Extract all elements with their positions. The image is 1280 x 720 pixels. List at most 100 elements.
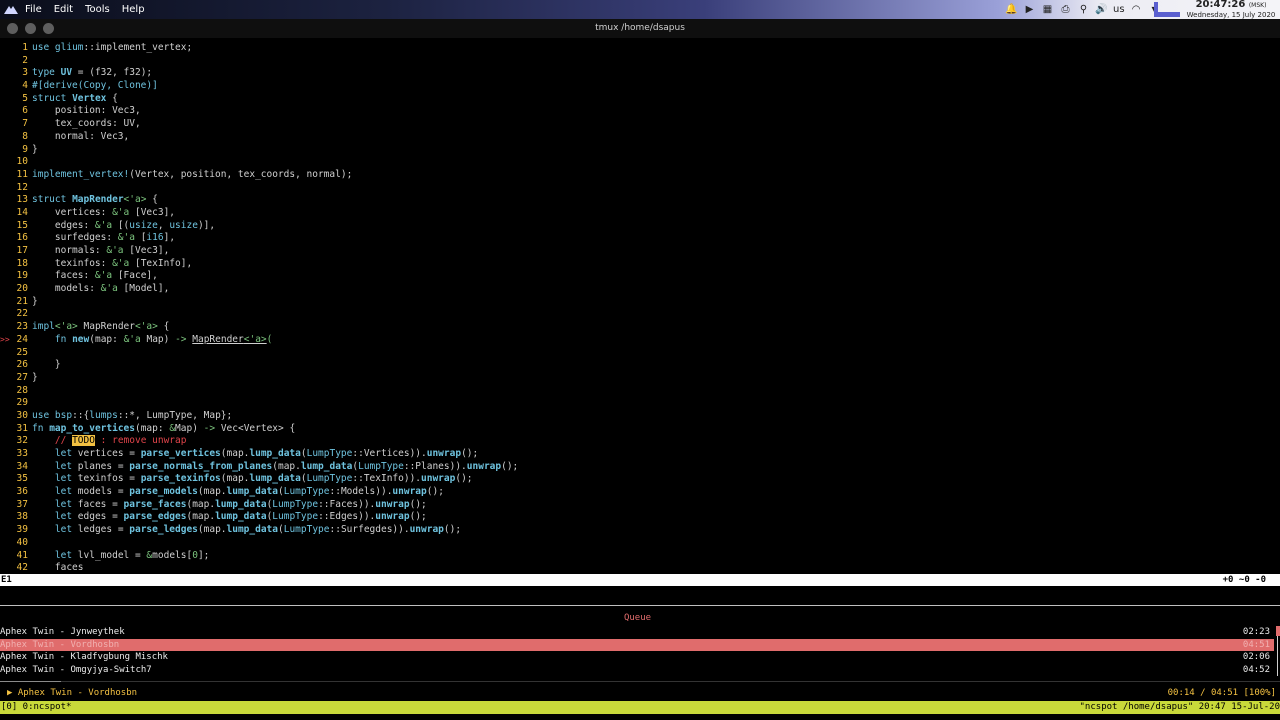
code-line[interactable]: 34 let planes = parse_normals_from_plane… [0,461,1280,474]
queue-track-row[interactable]: Aphex Twin - Omgyjya-Switch7 04:52 [0,664,1274,677]
code-line[interactable]: 3 type UV = (f32, f32); [0,67,1280,80]
code-text: struct Vertex { [32,92,118,104]
code-editor[interactable]: 1 use glium::implement_vertex; 2 3 type UV =… [0,42,1280,575]
code-line[interactable]: 21} [0,296,1280,309]
tmux-status-right: "ncspot /home/dsapus" 20:47 15-Jul-20 [1079,702,1280,712]
app-logo-icon[interactable] [4,4,18,14]
queue-track-row[interactable]: Aphex Twin - Kladfvgbung Mischk 02:06 [0,651,1274,664]
line-number: 4 [22,80,28,92]
desktop-top-bar: File Edit Tools Help 🔔 ▶ ▦ ⎙ ⚲ 🔊 us ◠ ▾ … [0,0,1280,19]
code-line[interactable]: 8 normal: Vec3, [0,131,1280,144]
code-line[interactable]: 27} [0,372,1280,385]
tmux-window-list[interactable]: [0] 0:ncspot* [1,701,71,714]
code-line[interactable]: 31 fn map_to_vertices(map: &Map) -> Vec<V… [0,423,1280,436]
code-line[interactable]: 40 [0,537,1280,550]
code-line[interactable]: 35 let texinfos = parse_texinfos(map.lum… [0,473,1280,486]
code-line[interactable]: 5 struct Vertex { [0,93,1280,106]
vim-status-right: +0 ~0 -0 [1222,575,1266,585]
menu-edit[interactable]: Edit [54,4,73,15]
menu-help[interactable]: Help [122,4,145,15]
printer-icon[interactable]: ⎙ [1059,3,1072,16]
code-line[interactable]: 18 texinfos: &'a [TexInfo], [0,258,1280,271]
clock-time: 20:47:26 [1195,0,1246,10]
line-number: 14 [16,206,28,218]
line-number: 9 [22,143,28,155]
code-line[interactable]: 36 let models = parse_models(map.lump_da… [0,486,1280,499]
line-number: 35 [16,473,28,485]
code-line[interactable]: 12 [0,182,1280,195]
code-line[interactable]: 29 [0,397,1280,410]
window-title-bar: tmux /home/dsapus [0,19,1280,38]
track-title: Aphex Twin - Vordhosbn [0,639,120,650]
line-number: 18 [16,257,28,269]
code-line[interactable]: 28 [0,385,1280,398]
code-line[interactable]: >> 24 fn new(map: &'a Map) -> MapRender<'… [0,334,1280,347]
code-line[interactable]: 39 let ledges = parse_ledges(map.lump_da… [0,524,1280,537]
queue-track-row[interactable]: Aphex Twin - Vordhosbn 04:51 [0,638,1274,652]
code-line[interactable]: 30 use bsp::{lumps::*, LumpType, Map}; [0,410,1280,423]
code-line[interactable]: 32 // TODO : remove unwrap [0,435,1280,448]
playback-progress-bar[interactable] [0,681,1280,682]
code-line[interactable]: 10 [0,156,1280,169]
queue-list[interactable]: Aphex Twin - Jynweythek 02:23 Aphex Twin -… [0,626,1280,677]
line-number: 22 [16,308,28,320]
line-number: 20 [16,283,28,295]
code-line[interactable]: 33 let vertices = parse_vertices(map.lum… [0,448,1280,461]
code-text: models: &'a [Model], [32,283,170,295]
code-line[interactable]: 17 normals: &'a [Vec3], [0,245,1280,258]
code-line[interactable]: 42 faces [0,562,1280,575]
code-line[interactable]: 23 impl<'a> MapRender<'a> { [0,321,1280,334]
code-text: let planes = parse_normals_from_planes(m… [54,460,519,472]
code-line[interactable]: 16 surfedges: &'a [i16], [0,232,1280,245]
code-line[interactable]: 1 use glium::implement_vertex; [0,42,1280,55]
playback-progress-fill [0,681,62,682]
code-line[interactable]: 41 let lvl_model = &models[0]; [0,550,1280,563]
keyboard-layout[interactable]: us [1113,4,1125,15]
pane-divider [0,605,1280,606]
line-number: 34 [16,460,28,472]
track-duration: 02:06 [1242,652,1270,663]
menu-file[interactable]: File [25,4,42,15]
code-text: fn new(map: &'a Map) -> MapRender<'a>( [54,333,273,345]
queue-track-row[interactable]: Aphex Twin - Jynweythek 02:23 [0,626,1274,639]
line-number: 10 [16,156,28,168]
wifi-icon[interactable]: ◠ [1130,3,1143,16]
code-line[interactable]: 15 edges: &'a [(usize, usize)], [0,220,1280,233]
code-text: } [32,143,38,155]
workspace-indicator-icon[interactable] [1154,2,1180,17]
code-line[interactable]: 25 [0,347,1280,360]
location-icon[interactable]: ⚲ [1077,3,1090,16]
track-duration: 04:51 [1242,639,1270,650]
code-line[interactable]: 20 models: &'a [Model], [0,283,1280,296]
code-line[interactable]: 2 [0,55,1280,68]
code-line[interactable]: 9} [0,144,1280,157]
volume-icon[interactable]: 🔊 [1095,3,1108,16]
clock[interactable]: 20:47:26 (MSK) Wednesday, 15 July 2020 [1183,0,1279,20]
track-duration: 04:52 [1242,665,1270,676]
code-text: use bsp::{lumps::*, LumpType, Map}; [32,409,233,421]
code-line[interactable]: 11 implement_vertex!(Vertex, position, te… [0,169,1280,182]
code-text: // TODO : remove unwrap [54,435,187,447]
code-line[interactable]: 37 let faces = parse_faces(map.lump_data… [0,499,1280,512]
code-line[interactable]: 4 #[derive(Copy, Clone)] [0,80,1280,93]
network-icon[interactable]: ▦ [1041,3,1054,16]
code-text: let faces = parse_faces(map.lump_data(Lu… [54,498,427,510]
code-line[interactable]: 22 [0,308,1280,321]
menu-bar: File Edit Tools Help [25,4,145,15]
menu-tools[interactable]: Tools [85,4,110,15]
line-number: 21 [16,295,28,307]
code-line[interactable]: 19 faces: &'a [Face], [0,270,1280,283]
queue-scrollbar[interactable] [1276,626,1280,676]
code-text: #[derive(Copy, Clone)] [32,80,158,92]
code-line[interactable]: 7 tex_coords: UV, [0,118,1280,131]
code-line[interactable]: 38 let edges = parse_edges(map.lump_data… [0,511,1280,524]
bell-icon[interactable]: 🔔 [1005,3,1018,16]
scrollbar-thumb[interactable] [1276,626,1280,636]
code-line[interactable]: 14 vertices: &'a [Vec3], [0,207,1280,220]
code-line[interactable]: 26 } [0,359,1280,372]
code-line[interactable]: 13 struct MapRender<'a> { [0,194,1280,207]
play-icon[interactable]: ▶ [1023,3,1036,16]
breakpoint-sign: >> [0,334,10,344]
code-line[interactable]: 6 position: Vec3, [0,105,1280,118]
line-number: 17 [16,245,28,256]
